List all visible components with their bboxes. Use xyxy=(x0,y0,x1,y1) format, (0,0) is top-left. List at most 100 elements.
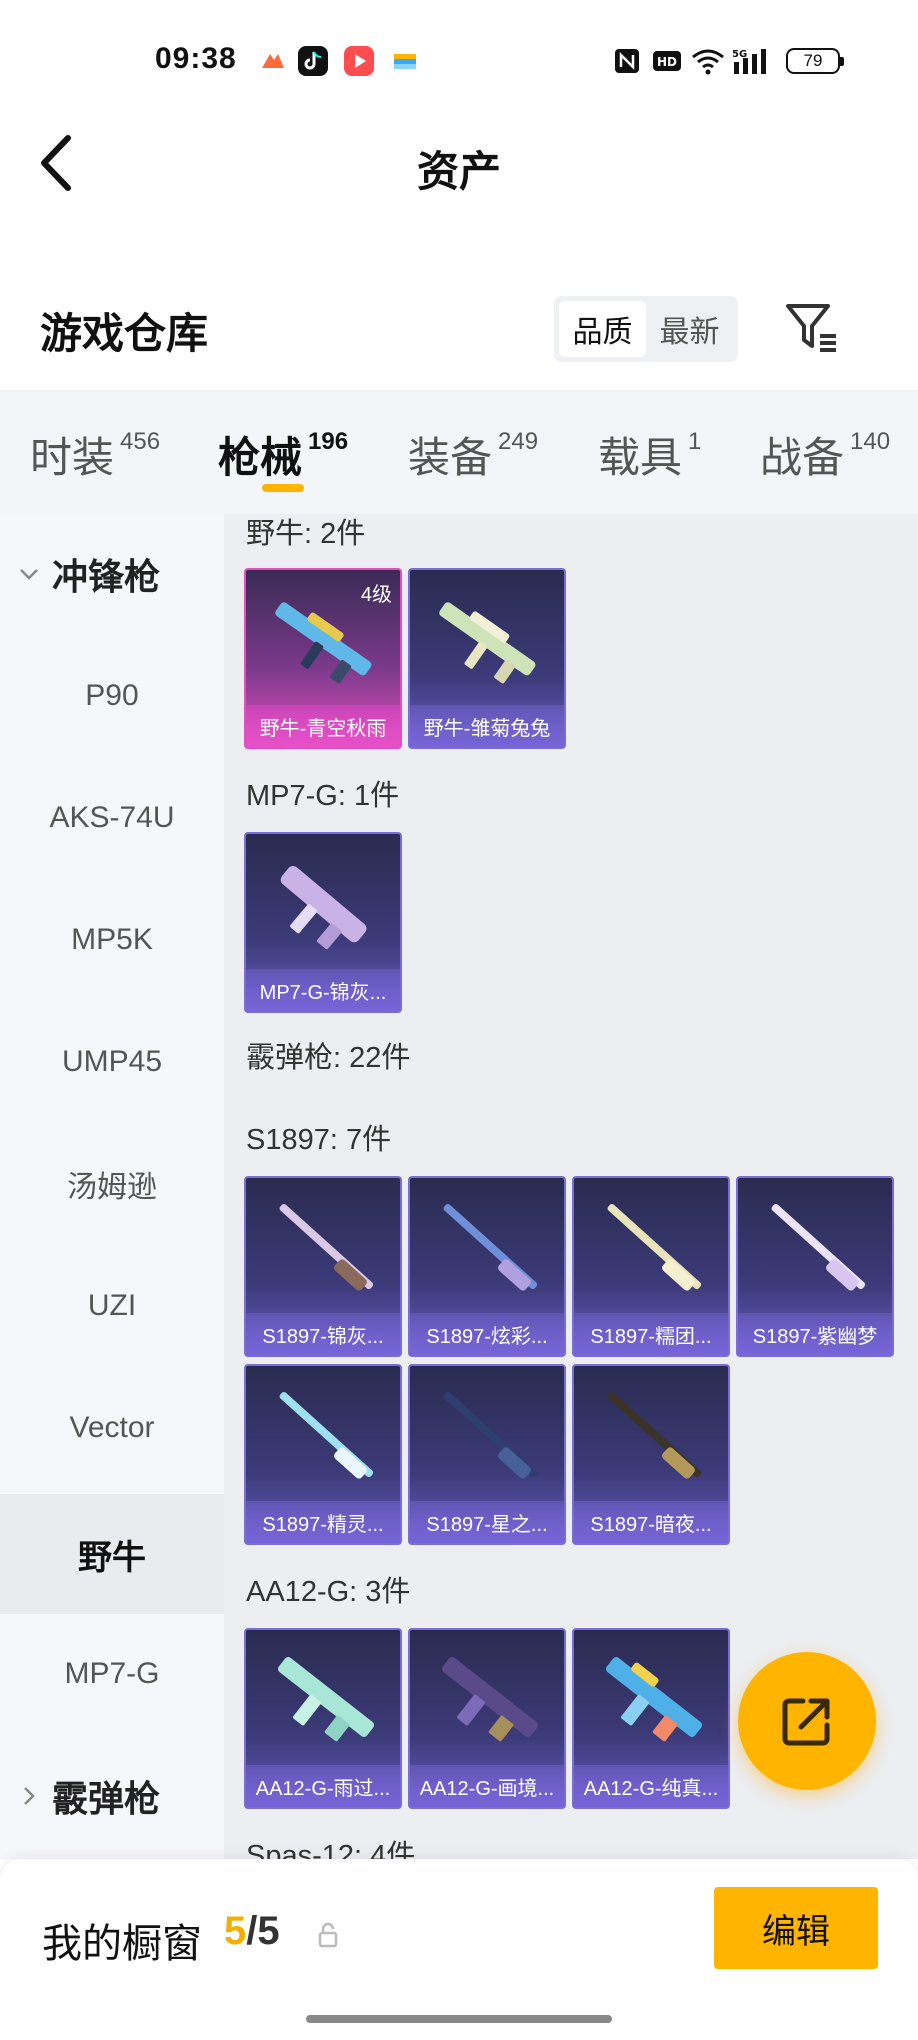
app-notification-icon xyxy=(258,46,288,76)
weapon-card[interactable]: S1897-紫幽梦 xyxy=(736,1176,894,1357)
weapon-card-label: 野牛-青空秋雨 xyxy=(246,705,400,747)
weapon-card[interactable]: AA12-G-纯真... xyxy=(572,1628,730,1809)
section-title: Spas-12: 4件 xyxy=(246,1840,416,1859)
weapon-image xyxy=(771,1203,866,1291)
sidebar-item-aks74u[interactable]: AKS-74U xyxy=(0,758,224,878)
tab-count: 140 xyxy=(850,428,891,455)
weapon-image xyxy=(606,1657,703,1742)
weapon-card[interactable]: MP7-G-锦灰... xyxy=(244,832,402,1013)
share-button[interactable] xyxy=(738,1652,876,1790)
weapon-card-label: S1897-糯团... xyxy=(574,1313,728,1355)
weapon-image xyxy=(443,1203,538,1291)
weapon-card-label: AA12-G-纯真... xyxy=(574,1765,728,1807)
section-title: AA12-G: 3件 xyxy=(246,1576,411,1608)
tiktok-icon xyxy=(298,46,328,76)
weapon-card[interactable]: 野牛-雏菊兔兔 xyxy=(408,568,566,749)
tab-label: 时装 xyxy=(30,434,115,481)
tab-equipment[interactable]: 装备 249 xyxy=(408,424,538,485)
sidebar-item-bizon[interactable]: 野牛 xyxy=(0,1494,224,1614)
showcase-bar: 我的橱窗 5/5 编辑 xyxy=(0,1859,918,2040)
tab-count: 249 xyxy=(498,428,539,455)
nfc-icon xyxy=(615,49,639,73)
tab-count: 456 xyxy=(120,428,161,455)
edit-button[interactable]: 编辑 xyxy=(714,1887,878,1969)
sidebar-item-mp5k[interactable]: MP5K xyxy=(0,880,224,1000)
weapon-image xyxy=(607,1203,702,1291)
weapon-image xyxy=(280,866,367,950)
section-title: S1897: 7件 xyxy=(246,1124,392,1156)
weapon-card-label: 野牛-雏菊兔兔 xyxy=(410,705,564,747)
tab-count: 196 xyxy=(308,428,349,455)
sidebar-group-label: 冲锋枪 xyxy=(52,556,161,597)
weapon-image xyxy=(443,1391,538,1479)
weapon-image xyxy=(279,1391,374,1479)
sidebar-item-ump45[interactable]: UMP45 xyxy=(0,1002,224,1122)
tab-label: 载具 xyxy=(598,434,683,481)
sidebar-group-smg[interactable]: 冲锋枪 xyxy=(0,514,224,634)
showcase-current: 5 xyxy=(224,1909,247,1953)
tab-fashion[interactable]: 时装 456 xyxy=(30,424,160,485)
weapon-sidebar: 冲锋枪 P90 AKS-74U MP5K UMP45 汤姆逊 UZI Vecto… xyxy=(0,514,224,1859)
tab-guns[interactable]: 枪械 196 xyxy=(218,424,348,485)
wifi-icon xyxy=(692,49,724,75)
tab-label: 战备 xyxy=(760,434,845,481)
weapon-card-label: S1897-炫彩... xyxy=(410,1313,564,1355)
page-title: 资产 xyxy=(416,148,501,195)
item-level-badge: 4级 xyxy=(360,584,392,606)
weapon-card-label: S1897-锦灰... xyxy=(246,1313,400,1355)
tab-label: 枪械 xyxy=(218,434,303,481)
weapon-card[interactable]: S1897-锦灰... xyxy=(244,1176,402,1357)
wallet-app-icon xyxy=(390,46,420,76)
weapon-card[interactable]: S1897-星之... xyxy=(408,1364,566,1545)
weapon-image xyxy=(279,1203,374,1291)
weapon-card[interactable]: 4级 野牛-青空秋雨 xyxy=(244,568,402,749)
sidebar-item-p90[interactable]: P90 xyxy=(0,636,224,756)
showcase-count: 5/5 xyxy=(224,1909,280,1954)
share-icon xyxy=(782,1698,830,1746)
video-app-icon xyxy=(344,46,374,76)
sidebar-item-mp7g[interactable]: MP7-G xyxy=(0,1614,224,1734)
weapon-card-label: S1897-星之... xyxy=(410,1501,564,1543)
showcase-separator: / xyxy=(246,1909,258,1953)
filter-icon xyxy=(786,304,836,352)
section-title: 野牛: 2件 xyxy=(246,518,366,550)
sidebar-group-shotgun[interactable]: 霰弹枪 xyxy=(0,1736,224,1856)
filter-button[interactable] xyxy=(782,300,842,356)
weapon-card[interactable]: S1897-炫彩... xyxy=(408,1176,566,1357)
weapon-card[interactable]: S1897-糯团... xyxy=(572,1176,730,1357)
sort-toggle: 品质 最新 xyxy=(554,296,738,362)
weapon-card[interactable]: S1897-暗夜... xyxy=(572,1364,730,1545)
weapon-image xyxy=(439,602,536,684)
weapon-card-label: AA12-G-雨过... xyxy=(246,1765,400,1807)
weapon-card[interactable]: AA12-G-雨过... xyxy=(244,1628,402,1809)
status-time: 09:38 xyxy=(155,42,237,75)
sidebar-item-thompson[interactable]: 汤姆逊 xyxy=(0,1124,224,1244)
tab-label: 装备 xyxy=(408,434,493,481)
svg-text:HD: HD xyxy=(657,55,677,69)
tab-supplies[interactable]: 战备 140 xyxy=(760,424,890,485)
weapon-card-label: S1897-精灵... xyxy=(246,1501,400,1543)
weapon-card-label: AA12-G-画境... xyxy=(410,1765,564,1807)
tab-vehicles[interactable]: 载具 1 xyxy=(598,424,701,485)
weapon-image xyxy=(442,1657,539,1742)
sidebar-group-label: 霰弹枪 xyxy=(52,1778,161,1819)
battery-icon: 79 xyxy=(786,48,844,74)
weapon-image xyxy=(607,1391,702,1479)
sort-by-newest[interactable]: 最新 xyxy=(646,301,733,357)
section-title: 霰弹枪: 22件 xyxy=(246,1042,411,1074)
home-indicator[interactable] xyxy=(306,2015,612,2023)
weapon-card-label: MP7-G-锦灰... xyxy=(246,969,400,1011)
weapon-card-label: S1897-紫幽梦 xyxy=(738,1313,892,1355)
weapon-card[interactable]: S1897-精灵... xyxy=(244,1364,402,1545)
sort-by-quality[interactable]: 品质 xyxy=(559,301,646,357)
weapon-card[interactable]: AA12-G-画境... xyxy=(408,1628,566,1809)
showcase-total: 5 xyxy=(257,1909,280,1953)
showcase-label: 我的橱窗 xyxy=(42,1922,202,1966)
status-indicators: HD 5G 79 xyxy=(612,44,844,78)
weapon-image xyxy=(278,1657,375,1742)
chevron-down-icon xyxy=(20,569,38,580)
section-title: MP7-G: 1件 xyxy=(246,780,400,812)
sidebar-item-uzi[interactable]: UZI xyxy=(0,1246,224,1366)
tab-count: 1 xyxy=(688,428,702,455)
sidebar-item-vector[interactable]: Vector xyxy=(0,1368,224,1488)
